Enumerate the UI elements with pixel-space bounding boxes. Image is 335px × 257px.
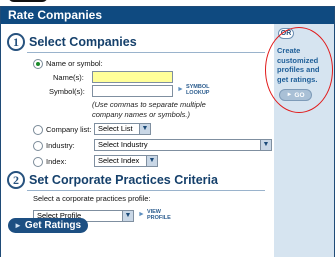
industry-value: Select Industry: [98, 140, 148, 149]
chevron-down-icon: ▼: [122, 211, 133, 221]
radio-company-list[interactable]: [33, 125, 43, 135]
red-highlight-circle: [265, 27, 333, 113]
view-profile-link[interactable]: ► VIEW PROFILE: [138, 209, 171, 221]
get-ratings-button[interactable]: ► Get Ratings: [8, 218, 88, 233]
view-profile-label-line2: PROFILE: [146, 215, 171, 221]
symbol-lookup-link[interactable]: ► SYMBOL LOOKUP: [177, 84, 209, 96]
index-label: Index:: [46, 157, 67, 166]
index-value: Select Index: [98, 156, 140, 165]
hint-line-2: company names or symbols.): [92, 110, 190, 119]
names-label: Name(s):: [53, 73, 84, 82]
section-divider: [27, 190, 265, 191]
link-arrow-icon: ►: [177, 86, 184, 93]
chevron-down-icon: ▼: [139, 124, 150, 134]
step-2-badge: 2: [7, 171, 25, 189]
section-divider: [27, 52, 265, 53]
section-select-companies-header: 1 Select Companies: [7, 32, 137, 52]
arrow-right-icon: ►: [14, 221, 22, 230]
industry-select[interactable]: Select Industry ▼: [94, 139, 272, 151]
section-criteria-title: Set Corporate Practices Criteria: [29, 173, 218, 187]
radio-index[interactable]: [33, 157, 43, 167]
name-or-symbol-label: Name or symbol:: [46, 59, 103, 68]
link-arrow-icon: ►: [138, 211, 145, 218]
profile-instruction: Select a corporate practices profile:: [33, 194, 151, 203]
radio-industry[interactable]: [33, 141, 43, 151]
chevron-down-icon: ▼: [260, 140, 271, 150]
symbols-input[interactable]: [92, 85, 173, 97]
main-form-area: 1 Select Companies Name or symbol: Name(…: [1, 24, 274, 257]
symbols-label: Symbol(s):: [49, 87, 85, 96]
section-select-companies-title: Select Companies: [29, 35, 137, 49]
panel-header: Rate Companies: [1, 7, 334, 24]
separator-hint: (Use commas to separate multiple company…: [92, 100, 206, 120]
chevron-down-icon: ▼: [146, 156, 157, 166]
industry-label: Industry:: [46, 141, 75, 150]
section-criteria-header: 2 Set Corporate Practices Criteria: [7, 170, 218, 190]
company-list-value: Select List: [98, 124, 133, 133]
panel-title: Rate Companies: [8, 8, 103, 22]
hint-line-1: (Use commas to separate multiple: [92, 100, 206, 109]
company-list-label: Company list:: [46, 125, 92, 134]
index-select[interactable]: Select Index ▼: [94, 155, 158, 167]
company-list-select[interactable]: Select List ▼: [94, 123, 151, 135]
get-ratings-label: Get Ratings: [24, 220, 82, 231]
step-1-badge: 1: [7, 33, 25, 51]
symbol-lookup-label-line2: LOOKUP: [185, 90, 210, 96]
names-input[interactable]: [92, 71, 173, 83]
radio-name-or-symbol[interactable]: [33, 59, 43, 69]
